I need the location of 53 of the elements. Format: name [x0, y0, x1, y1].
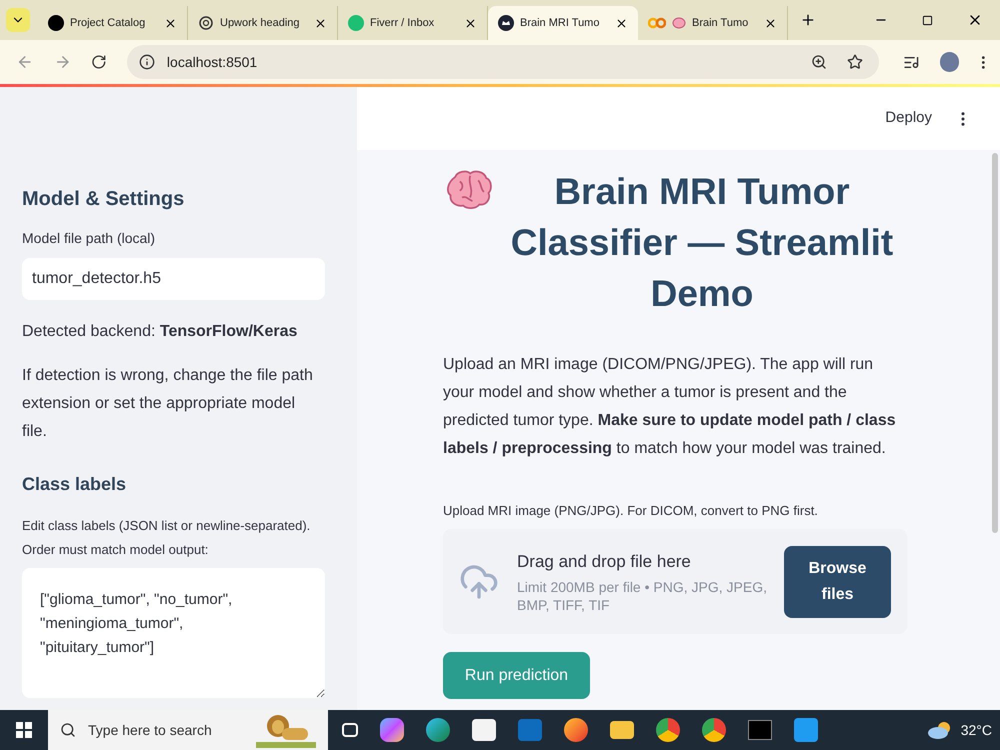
- hint-text: If detection is wrong, change the file path extension or set the appropriate model file.: [22, 366, 314, 442]
- new-tab-icon[interactable]: [800, 12, 816, 28]
- tab-favicon-icon: [198, 15, 214, 31]
- taskbar-search-field[interactable]: Type here to search: [48, 710, 328, 750]
- close-icon[interactable]: [314, 16, 327, 30]
- browse-files-button[interactable]: Browse files: [784, 546, 891, 618]
- url-text: localhost:8501: [166, 52, 258, 72]
- dropzone-limits: Limit 200MB per file • PNG, JPG, JPEG, BMP, TIFF, TIF: [517, 578, 768, 614]
- tab-title: Brain MRI Tumo: [520, 16, 600, 31]
- tab-title: Brain Tumo: [692, 16, 748, 31]
- class-labels-field[interactable]: ["glioma_tumor", "no_tumor", "meningioma_tumor", "pituitary_tumor"]: [22, 568, 325, 698]
- class-labels-heading: Class labels: [22, 473, 128, 496]
- close-icon[interactable]: [615, 16, 628, 30]
- brain-icon: [446, 170, 492, 210]
- bookmark-icon[interactable]: [847, 54, 864, 70]
- field-label: Model file path (local): [22, 229, 156, 248]
- field-label: Edit class labels (JSON list or newline-separated). Order must match model output:: [22, 517, 312, 559]
- tab-favicon-icon: [498, 15, 514, 31]
- brain-icon: [672, 17, 686, 29]
- browser-tab[interactable]: Brain MRI Tumo: [488, 6, 638, 40]
- tab-title: Project Catalog: [70, 16, 146, 31]
- sidebar-heading: Model & Settings: [22, 187, 186, 212]
- reload-icon[interactable]: [91, 54, 107, 70]
- maximize-icon[interactable]: [922, 14, 933, 26]
- zoom-icon[interactable]: [811, 54, 828, 70]
- close-icon[interactable]: [764, 16, 777, 30]
- tab-favicon-icon: [648, 17, 666, 29]
- close-icon[interactable]: [164, 16, 177, 30]
- page-title: Brain MRI Tumor Classifier — Streamlit Demo: [510, 170, 894, 316]
- tab-search-button[interactable]: [6, 8, 30, 32]
- tab-title: Fiverr / Inbox: [370, 16, 434, 31]
- profile-avatar-icon[interactable]: [940, 52, 960, 72]
- windows-start-icon[interactable]: [16, 722, 32, 738]
- tab-favicon-icon: [48, 15, 64, 31]
- close-icon[interactable]: [464, 16, 477, 30]
- address-bar[interactable]: localhost:8501: [126, 45, 880, 79]
- tab-title: Upwork heading: [220, 16, 300, 31]
- search-placeholder: Type here to search: [88, 720, 213, 740]
- dropzone-title: Drag and drop file here: [517, 550, 692, 572]
- upload-label: Upload MRI image (PNG/JPG). For DICOM, convert to PNG first.: [443, 502, 819, 520]
- task-view-icon[interactable]: [342, 723, 358, 737]
- folder-icon[interactable]: [610, 721, 634, 739]
- model-path-field[interactable]: tumor_detector.h5: [22, 258, 325, 300]
- weather-text: 32°C: [960, 720, 992, 740]
- tab-favicon-icon: [348, 15, 364, 31]
- backend-text: Detected backend: TensorFlow/Keras: [22, 322, 298, 342]
- search-icon: [60, 722, 76, 738]
- weather-icon[interactable]: [926, 721, 953, 739]
- intro-paragraph: Upload an MRI image (DICOM/PNG/JPEG). The app will run your model and show whether a tumor is present and the predicted tumor type. Make sure to update model path / class labels / preprocessing to match how your model was trained.: [443, 355, 897, 459]
- dropzone[interactable]: Drag and drop file here Limit 200MB per file • PNG, JPG, JPEG, BMP, TIFF, TIF Browse files: [443, 529, 907, 634]
- site-info-icon[interactable]: [138, 54, 155, 70]
- scrollbar[interactable]: [992, 153, 998, 533]
- deploy-button[interactable]: Deploy: [885, 107, 932, 130]
